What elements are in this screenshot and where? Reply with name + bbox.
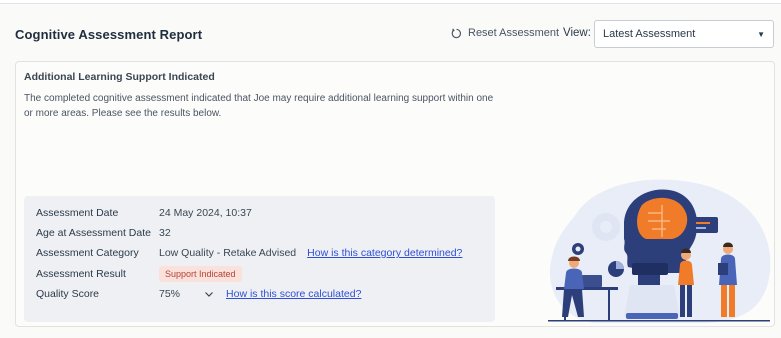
assessment-illustration xyxy=(548,179,771,323)
reset-assessment-button[interactable]: Reset Assessment xyxy=(451,27,559,39)
assessment-date-value: 24 May 2024, 10:37 xyxy=(159,207,252,219)
view-select-value: Latest Assessment xyxy=(603,28,696,40)
quality-label: Quality Score xyxy=(36,288,100,300)
notice-heading: Additional Learning Support Indicated xyxy=(24,71,215,83)
notice-text: The completed cognitive assessment indic… xyxy=(24,93,494,119)
caret-down-icon: ▼ xyxy=(757,29,765,39)
result-label: Assessment Result xyxy=(36,268,126,280)
reset-icon xyxy=(451,27,462,38)
category-label: Assessment Category xyxy=(36,247,139,259)
age-value: 32 xyxy=(159,227,171,239)
age-label: Age at Assessment Date xyxy=(36,227,151,239)
reset-assessment-label: Reset Assessment xyxy=(468,27,560,39)
page-title: Cognitive Assessment Report xyxy=(15,27,203,42)
row-quality: Quality Score 75% How is this score calc… xyxy=(36,288,361,300)
quality-value: 75% xyxy=(159,288,181,300)
row-result: Assessment Result Support Indicated xyxy=(36,266,242,282)
row-category: Assessment Category Low Quality - Retake… xyxy=(36,247,462,259)
category-info-link[interactable]: How is this category determined? xyxy=(307,247,462,259)
view-label: View: xyxy=(563,27,591,39)
results-panel: Additional Learning Support Indicated Th… xyxy=(15,61,775,327)
row-age: Age at Assessment Date 32 xyxy=(36,227,171,239)
chevron-down-icon[interactable] xyxy=(204,289,214,299)
quality-info-link[interactable]: How is this score calculated? xyxy=(226,288,361,300)
view-select[interactable]: Latest Assessment ▼ xyxy=(594,20,774,48)
status-badge: Support Indicated xyxy=(159,266,242,282)
details-box: Assessment Date 24 May 2024, 10:37 Age a… xyxy=(24,196,495,322)
report-container: Cognitive Assessment Report Reset Assess… xyxy=(0,4,781,338)
category-value: Low Quality - Retake Advised xyxy=(159,247,297,259)
assessment-date-label: Assessment Date xyxy=(36,207,119,219)
row-assessment-date: Assessment Date 24 May 2024, 10:37 xyxy=(36,207,252,219)
